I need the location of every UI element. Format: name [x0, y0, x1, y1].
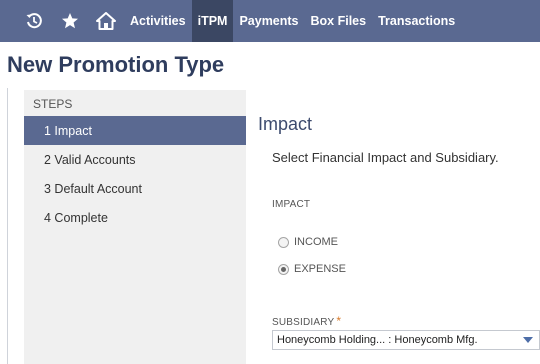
subsidiary-label-row: SUBSIDIARY * — [272, 314, 341, 328]
nav-item-itpm[interactable]: iTPM — [191, 0, 234, 42]
step-default-account[interactable]: 3 Default Account — [24, 174, 246, 203]
home-icon[interactable] — [88, 0, 124, 42]
step-impact[interactable]: 1 Impact — [24, 116, 246, 145]
nav-item-activities[interactable]: Activities — [124, 0, 192, 42]
step-valid-accounts[interactable]: 2 Valid Accounts — [24, 145, 246, 174]
star-icon[interactable] — [52, 0, 88, 42]
top-navigation-bar: Activities iTPM Payments Box Files Trans… — [0, 0, 540, 42]
recent-icon[interactable] — [16, 0, 52, 42]
chevron-down-icon[interactable] — [523, 337, 533, 343]
radio-expense-label: EXPENSE — [294, 263, 346, 275]
radio-income-label: INCOME — [294, 236, 338, 248]
required-indicator: * — [336, 314, 342, 328]
page-title: New Promotion Type — [7, 52, 225, 77]
section-title: Impact — [258, 114, 313, 134]
main-panel: Impact — [258, 114, 312, 135]
step-complete[interactable]: 4 Complete — [24, 203, 246, 232]
content-divider — [7, 88, 8, 364]
intro-text: Select Financial Impact and Subsidiary. — [272, 150, 499, 165]
nav-item-box-files[interactable]: Box Files — [305, 0, 373, 42]
subsidiary-label: SUBSIDIARY — [272, 317, 335, 328]
radio-expense[interactable]: EXPENSE — [278, 263, 346, 275]
radio-income[interactable]: INCOME — [278, 236, 338, 248]
steps-sidebar: STEPS 1 Impact 2 Valid Accounts 3 Defaul… — [24, 90, 246, 364]
steps-header: STEPS — [33, 97, 73, 111]
subsidiary-value: Honeycomb Holding... : Honeycomb Mfg. — [277, 334, 478, 346]
radio-button-income[interactable] — [278, 236, 289, 248]
radio-button-expense[interactable] — [278, 263, 289, 275]
nav-item-transactions[interactable]: Transactions — [372, 0, 461, 42]
nav-item-payments[interactable]: Payments — [233, 0, 304, 42]
subsidiary-select[interactable]: Honeycomb Holding... : Honeycomb Mfg. — [272, 330, 540, 350]
impact-label: IMPACT — [272, 199, 311, 210]
